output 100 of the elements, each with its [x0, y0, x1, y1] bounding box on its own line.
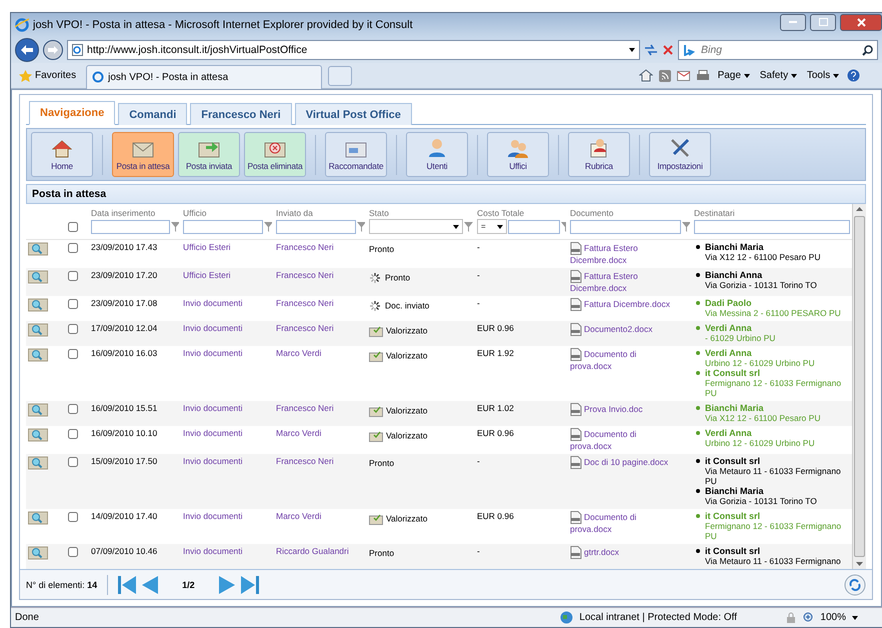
operator-dropdown[interactable]: = [477, 219, 507, 234]
address-field[interactable]: http://www.josh.itconsult.it/joshVirtualPostOffice [67, 40, 640, 60]
sender-link[interactable]: Marco Verdi [276, 511, 322, 521]
minimize-icon [789, 20, 797, 24]
next-page-icon[interactable] [218, 576, 235, 594]
minimize-button[interactable] [780, 14, 806, 30]
lock-icon[interactable] [785, 612, 798, 624]
sender-link[interactable]: Francesco Neri [276, 242, 334, 252]
document-link[interactable]: Fattura Dicembre.docx [570, 298, 674, 311]
mail-icon[interactable] [676, 70, 690, 80]
security-zone[interactable]: Local intranet | Protected Mode: Off [579, 612, 780, 623]
row-checkbox[interactable] [68, 404, 78, 414]
sender-link[interactable]: Francesco Neri [276, 298, 334, 308]
stop-icon[interactable] [662, 44, 674, 56]
toolbar-button[interactable]: Raccomandate [325, 132, 387, 177]
view-envelope-icon[interactable] [28, 270, 48, 284]
office-link[interactable]: Ufficio Esteri [183, 270, 231, 280]
column-header[interactable]: Costo Totale [475, 204, 568, 218]
toolbar-button[interactable]: Impostazioni [649, 132, 711, 177]
filter-field[interactable] [183, 220, 263, 234]
column-header[interactable]: Stato [367, 204, 475, 218]
command-menu[interactable]: Page [716, 70, 752, 81]
refresh-icon[interactable] [644, 44, 658, 56]
home-icon[interactable] [638, 69, 653, 82]
column-header[interactable]: Inviato da [274, 204, 367, 218]
search-field[interactable]: Bing [699, 43, 858, 57]
select-all-checkbox[interactable] [68, 222, 78, 232]
document-link[interactable]: Fattura Estero Dicembre.docx [570, 242, 674, 265]
view-envelope-icon[interactable] [28, 456, 48, 470]
sender-link[interactable]: Marco Verdi [276, 428, 322, 438]
refresh-icon[interactable] [844, 574, 866, 596]
column-header[interactable]: Data inserimento [89, 204, 181, 218]
office-link[interactable]: Invio documenti [183, 348, 243, 358]
view-envelope-icon[interactable] [28, 323, 48, 337]
toolbar-button[interactable]: Utenti [406, 132, 468, 177]
maximize-button[interactable] [810, 14, 836, 30]
document-link[interactable]: Documento di prova.docx [570, 428, 674, 451]
favorites-button[interactable]: Favorites [15, 64, 80, 86]
search-icon[interactable] [862, 44, 873, 56]
office-link[interactable]: Invio documenti [183, 456, 243, 466]
zoom-level[interactable]: 100% [820, 612, 846, 623]
row-checkbox[interactable] [68, 429, 78, 439]
toolbar-button[interactable]: Posta inviata [178, 132, 240, 177]
last-page-icon[interactable] [240, 576, 259, 594]
toolbar-button[interactable]: Rubrica [568, 132, 630, 177]
toolbar-button[interactable]: Home [31, 132, 93, 177]
row-checkbox[interactable] [68, 349, 78, 359]
view-envelope-icon[interactable] [28, 242, 48, 256]
row-checkbox[interactable] [68, 457, 78, 467]
column-header[interactable]: Ufficio [181, 204, 274, 218]
view-envelope-icon[interactable] [28, 511, 48, 525]
toolbar-button[interactable]: Posta eliminata [244, 132, 306, 177]
document-link[interactable]: Doc di 10 pagine.docx [570, 456, 674, 469]
view-envelope-icon[interactable] [28, 403, 48, 417]
view-envelope-icon[interactable] [28, 348, 48, 362]
tab[interactable]: Francesco Neri [190, 103, 292, 125]
forward-button[interactable] [43, 40, 63, 60]
dropdown-arrow-icon [453, 224, 459, 228]
row-checkbox[interactable] [68, 271, 78, 281]
filter-field[interactable] [570, 220, 681, 234]
tab[interactable]: Virtual Post Office [294, 103, 412, 125]
row-checkbox[interactable] [68, 512, 78, 522]
filter-field[interactable] [508, 220, 560, 234]
browser-tab[interactable]: josh VPO! - Posta in attesa [86, 64, 322, 88]
search-box[interactable]: Bing [678, 40, 878, 60]
tab[interactable]: Comandi [118, 103, 188, 125]
command-menu[interactable]: Tools [804, 70, 841, 81]
office-link[interactable]: Invio documenti [183, 511, 243, 521]
close-button[interactable] [840, 14, 882, 30]
first-page-icon[interactable] [118, 576, 136, 594]
command-menu[interactable]: Safety [758, 70, 799, 81]
previous-page-icon[interactable] [142, 576, 158, 594]
sender-link[interactable]: Francesco Neri [276, 456, 334, 466]
document-link[interactable]: Documento di prova.docx [570, 348, 674, 371]
row-checkbox[interactable] [68, 299, 78, 309]
row-checkbox[interactable] [68, 243, 78, 253]
filter-field[interactable] [276, 220, 356, 234]
office-link[interactable]: Invio documenti [183, 428, 243, 438]
view-envelope-icon[interactable] [28, 428, 48, 442]
row-checkbox[interactable] [68, 324, 78, 334]
row-checkbox[interactable] [68, 547, 78, 557]
toolbar-button[interactable]: Uffici [487, 132, 549, 177]
document-link[interactable]: Documento di prova.docx [570, 511, 674, 534]
recipient-address: Via X12 12 - 61100 Pesaro PU [704, 252, 822, 262]
scrollbar[interactable] [852, 204, 866, 569]
recipient-name: Verdi Anna [705, 323, 752, 333]
printer-icon[interactable] [696, 70, 710, 82]
filter-field[interactable] [694, 220, 850, 234]
column-header[interactable]: Destinatari [692, 204, 852, 218]
office-link[interactable]: Ufficio Esteri [183, 242, 231, 252]
feed-icon[interactable] [658, 70, 671, 82]
toolbar-button[interactable]: Posta in attesa [112, 132, 174, 177]
column-header[interactable]: Documento [568, 204, 692, 218]
view-envelope-icon[interactable] [28, 546, 48, 560]
filter-field[interactable] [91, 220, 170, 234]
view-envelope-icon[interactable] [28, 298, 48, 312]
help-icon[interactable] [847, 69, 860, 82]
sender-link[interactable]: Marco Verdi [276, 348, 322, 358]
back-button[interactable] [15, 38, 39, 62]
office-link[interactable]: Invio documenti [183, 298, 243, 308]
